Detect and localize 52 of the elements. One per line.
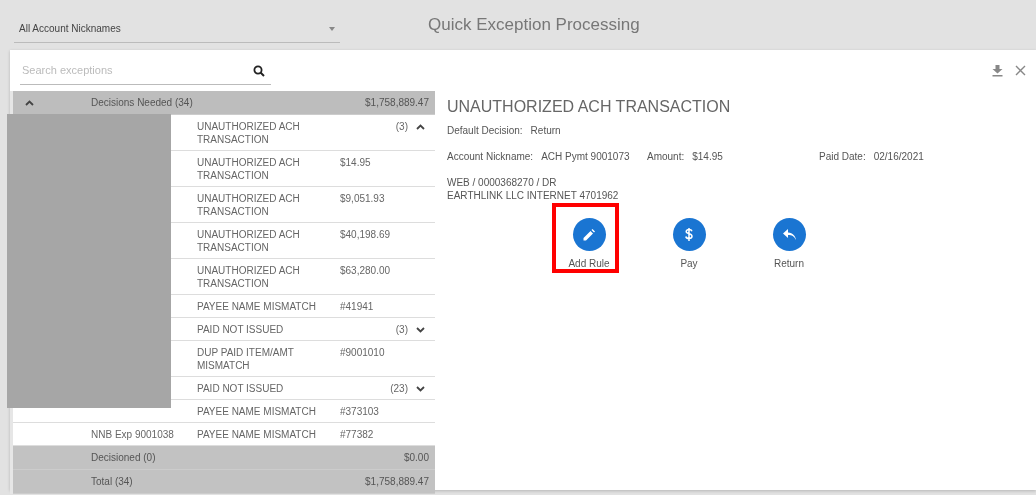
exception-amount: #9001010 (340, 345, 386, 359)
download-icon[interactable] (992, 64, 1003, 77)
category-count: (3) (395, 322, 408, 336)
field-label: Account Nickname: (447, 151, 534, 162)
dollar-icon (685, 228, 693, 241)
exception-amount: $40,198.69 (340, 227, 392, 241)
field-label: Amount: (647, 151, 685, 162)
return-button[interactable]: Return (759, 218, 819, 269)
exception-type: PAYEE NAME MISMATCH (197, 299, 317, 313)
account-nickname: NNB Exp 9001038 (90, 427, 175, 441)
exception-amount: #41941 (340, 299, 375, 313)
exception-type: PAYEE NAME MISMATCH (197, 427, 317, 441)
category-count: (3) (395, 119, 408, 133)
close-icon[interactable] (1015, 65, 1026, 76)
exception-type: DUP PAID ITEM/AMT MISMATCH (197, 345, 295, 372)
description-line: WEB / 0000368270 / DR (447, 176, 558, 189)
exception-amount: #77382 (340, 427, 375, 441)
exception-amount: #373103 (340, 404, 380, 418)
dropdown-caret-icon (329, 26, 335, 31)
group-header-row[interactable]: Decisions Needed (34) $1,758,889.47 (13, 91, 435, 115)
field-value: $14.95 (692, 151, 723, 162)
add-rule-button[interactable]: Add Rule (559, 218, 619, 269)
exception-type: UNAUTHORIZED ACH TRANSACTION (197, 227, 301, 254)
exception-amount: $9,051.93 (340, 191, 386, 205)
pencil-icon (583, 228, 595, 241)
exception-type: UNAUTHORIZED ACH TRANSACTION (197, 155, 301, 182)
exception-title: UNAUTHORIZED ACH TRANSACTION (447, 98, 732, 116)
field-value: 02/16/2021 (873, 151, 924, 162)
category-count: (23) (390, 381, 408, 395)
exception-type: PAYEE NAME MISMATCH (197, 404, 317, 418)
summary-amount: $0.00 (403, 452, 429, 463)
page-title: Quick Exception Processing (428, 15, 640, 35)
reply-arrow-icon (782, 229, 796, 240)
pay-button[interactable]: Pay (659, 218, 719, 269)
exception-type: UNAUTHORIZED ACH TRANSACTION (197, 263, 301, 290)
exception-amount: $14.95 (340, 155, 372, 169)
field-label: Default Decision: (447, 125, 523, 136)
group-label: Decisions Needed (34) (91, 97, 193, 108)
summary-label: Decisioned (0) (91, 452, 156, 463)
description-line: EARTHLINK LLC INTERNET 4701962 (447, 189, 620, 202)
category-label: PAID NOT ISSUED (197, 322, 285, 336)
summary-label: Total (34) (91, 476, 133, 487)
group-amount: $1,758,889.47 (365, 97, 429, 108)
account-filter-dropdown[interactable]: All Account Nicknames (14, 15, 340, 43)
field-value: ACH Pymt 9001073 (541, 151, 630, 162)
exception-amount: $63,280.00 (340, 263, 392, 277)
category-label: UNAUTHORIZED ACH TRANSACTION (197, 119, 301, 146)
category-label: PAID NOT ISSUED (197, 381, 285, 395)
field-value: Return (530, 125, 561, 136)
summary-amount: $1,758,889.47 (365, 476, 429, 487)
field-label: Paid Date: (819, 151, 866, 162)
exception-type: UNAUTHORIZED ACH TRANSACTION (197, 191, 301, 218)
